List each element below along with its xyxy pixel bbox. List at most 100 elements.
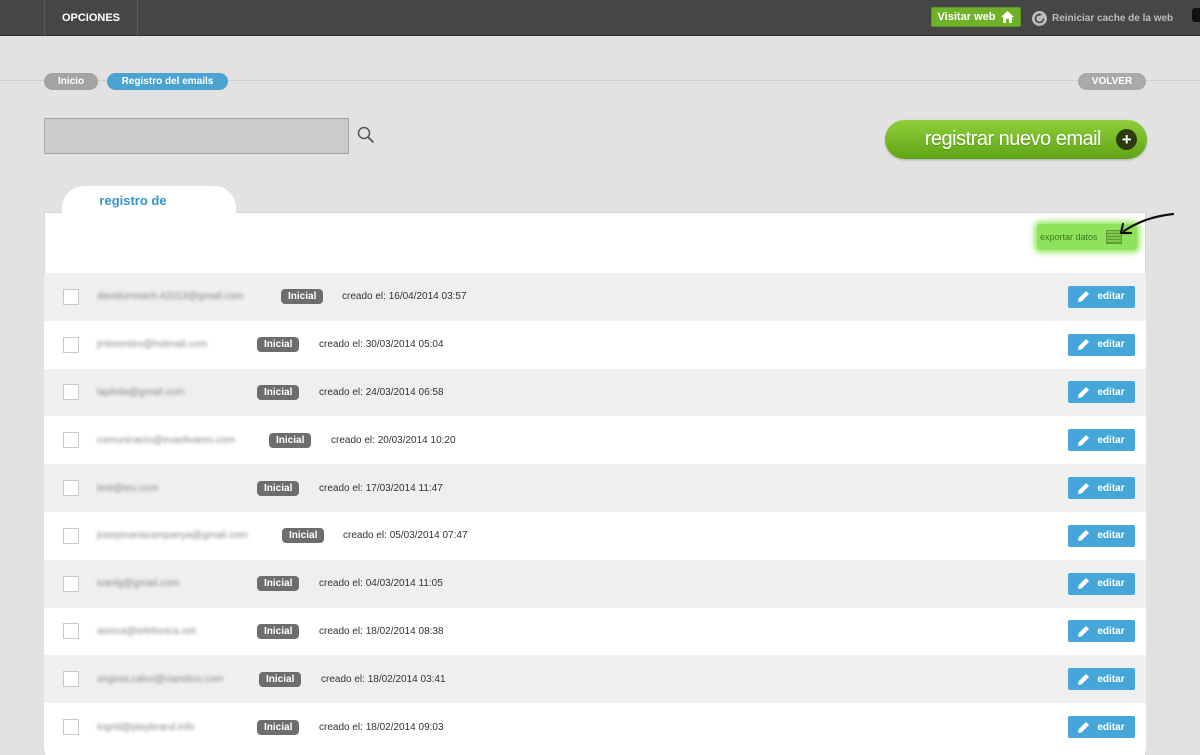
pencil-icon: [1078, 482, 1090, 494]
opciones-menu[interactable]: OPCIONES: [44, 0, 138, 36]
row-checkbox[interactable]: [63, 671, 79, 688]
breadcrumb-current[interactable]: Registro del emails: [107, 73, 228, 90]
edit-button[interactable]: editar: [1068, 477, 1135, 500]
status-badge: Inicial: [257, 384, 300, 400]
reset-cache-button[interactable]: Reiniciar cache de la web: [1032, 10, 1173, 26]
status-badge: Inicial: [257, 576, 300, 592]
edit-label: editar: [1097, 530, 1125, 542]
pencil-icon: [1078, 721, 1090, 733]
edit-button[interactable]: editar: [1068, 285, 1135, 308]
edit-label: editar: [1097, 578, 1125, 590]
row-email: asinca@telefonica.net: [97, 625, 196, 637]
status-badge: Inicial: [257, 480, 300, 496]
row-created: creado el: 17/03/2014 11:47: [319, 482, 443, 494]
export-data-label: exportar datos: [1040, 232, 1098, 242]
row-created: creado el: 16/04/2014 03:57: [342, 291, 467, 303]
status-badge: Inicial: [257, 337, 300, 353]
tab-registro[interactable]: registro de: [62, 186, 236, 214]
row-checkbox[interactable]: [63, 623, 79, 640]
pencil-icon: [1078, 530, 1090, 542]
edit-label: editar: [1097, 721, 1125, 733]
table-row: jmlorentes@hotmail.com Inicial creado el…: [44, 320, 1146, 369]
pencil-icon: [1078, 291, 1090, 303]
register-email-label: registrar nuevo email: [924, 128, 1102, 150]
row-email: laptiola@gmail.com: [97, 386, 185, 398]
row-email: virginia.calvo@viandico.com: [97, 673, 224, 685]
pencil-icon: [1078, 434, 1090, 446]
edit-button[interactable]: editar: [1068, 524, 1135, 547]
row-checkbox[interactable]: [63, 480, 79, 497]
row-email: josepmariacampanya@gmail.com: [97, 530, 248, 542]
row-email: ingrid@playbrand.info: [97, 721, 195, 733]
edit-button[interactable]: editar: [1068, 333, 1135, 356]
edit-label: editar: [1097, 482, 1125, 494]
pencil-icon: [1078, 386, 1090, 398]
email-list: davidurrestch.42013@gmail.com Inicial cr…: [44, 273, 1146, 751]
reset-cache-label: Reiniciar cache de la web: [1052, 12, 1174, 24]
row-checkbox[interactable]: [63, 575, 79, 592]
back-button[interactable]: VOLVER: [1078, 73, 1146, 90]
status-badge: Inicial: [269, 432, 312, 448]
table-row: josepmariacampanya@gmail.com Inicial cre…: [44, 511, 1146, 560]
table-row: virginia.calvo@viandico.com Inicial crea…: [44, 655, 1146, 704]
row-email: jmlorentes@hotmail.com: [97, 339, 208, 351]
row-checkbox[interactable]: [63, 288, 79, 305]
search-input[interactable]: [44, 118, 349, 154]
home-icon: [1001, 11, 1015, 23]
row-checkbox[interactable]: [63, 432, 79, 449]
corner-tab: [1192, 8, 1200, 22]
row-created: creado el: 24/03/2014 06:58: [319, 386, 444, 398]
status-badge: Inicial: [282, 528, 325, 544]
breadcrumb-inicio[interactable]: Inicio: [44, 73, 98, 90]
row-email: davidurrestch.42013@gmail.com: [97, 291, 244, 303]
table-row: davidurrestch.42013@gmail.com Inicial cr…: [44, 273, 1146, 321]
top-bar: OPCIONES Visitar web Reiniciar cache de …: [0, 0, 1200, 36]
row-checkbox[interactable]: [63, 336, 79, 353]
edit-label: editar: [1097, 339, 1125, 351]
refresh-icon: [1032, 10, 1047, 26]
row-checkbox[interactable]: [63, 719, 79, 736]
edit-button[interactable]: editar: [1068, 668, 1135, 691]
row-email: test@tes.com: [97, 482, 159, 494]
row-created: creado el: 18/02/2014 03:41: [321, 673, 446, 685]
edit-label: editar: [1097, 625, 1125, 637]
edit-label: editar: [1097, 434, 1125, 446]
annotation-arrow-icon: [1119, 212, 1175, 235]
edit-button[interactable]: editar: [1068, 572, 1135, 595]
row-created: creado el: 05/03/2014 07:47: [343, 530, 468, 542]
visit-web-button[interactable]: Visitar web: [931, 7, 1021, 27]
row-created: creado el: 18/02/2014 08:38: [319, 625, 444, 637]
table-row: test@tes.com Inicial creado el: 17/03/20…: [44, 464, 1146, 512]
plus-icon: +: [1116, 129, 1137, 150]
register-email-button[interactable]: registrar nuevo email +: [885, 120, 1147, 159]
status-badge: Inicial: [259, 671, 302, 687]
row-checkbox[interactable]: [63, 527, 79, 544]
edit-label: editar: [1097, 673, 1125, 685]
row-checkbox[interactable]: [63, 384, 79, 401]
table-row: laptiola@gmail.com Inicial creado el: 24…: [44, 368, 1146, 417]
edit-button[interactable]: editar: [1068, 620, 1135, 643]
status-badge: Inicial: [281, 289, 324, 305]
edit-label: editar: [1097, 291, 1125, 303]
pencil-icon: [1078, 625, 1090, 637]
table-row: ivanlg@gmail.com Inicial creado el: 04/0…: [44, 559, 1146, 608]
edit-label: editar: [1097, 386, 1125, 398]
row-created: creado el: 04/03/2014 11:05: [319, 578, 443, 590]
edit-button[interactable]: editar: [1068, 429, 1135, 452]
table-row: comunicacio@evaolivares.com Inicial crea…: [44, 416, 1146, 465]
table-row: ingrid@playbrand.info Inicial creado el:…: [44, 703, 1146, 751]
row-email: ivanlg@gmail.com: [97, 578, 179, 590]
table-row: asinca@telefonica.net Inicial creado el:…: [44, 607, 1146, 656]
row-email: comunicacio@evaolivares.com: [97, 434, 235, 446]
visit-web-label: Visitar web: [937, 11, 996, 23]
pencil-icon: [1078, 673, 1090, 685]
status-badge: Inicial: [257, 623, 300, 639]
pencil-icon: [1078, 578, 1090, 590]
edit-button[interactable]: editar: [1068, 381, 1135, 404]
search-icon[interactable]: [357, 126, 375, 144]
row-created: creado el: 18/02/2014 09:03: [319, 721, 444, 733]
row-created: creado el: 30/03/2014 05:04: [319, 339, 444, 351]
status-badge: Inicial: [257, 719, 300, 735]
edit-button[interactable]: editar: [1068, 716, 1135, 739]
row-created: creado el: 20/03/2014 10:20: [331, 434, 456, 446]
